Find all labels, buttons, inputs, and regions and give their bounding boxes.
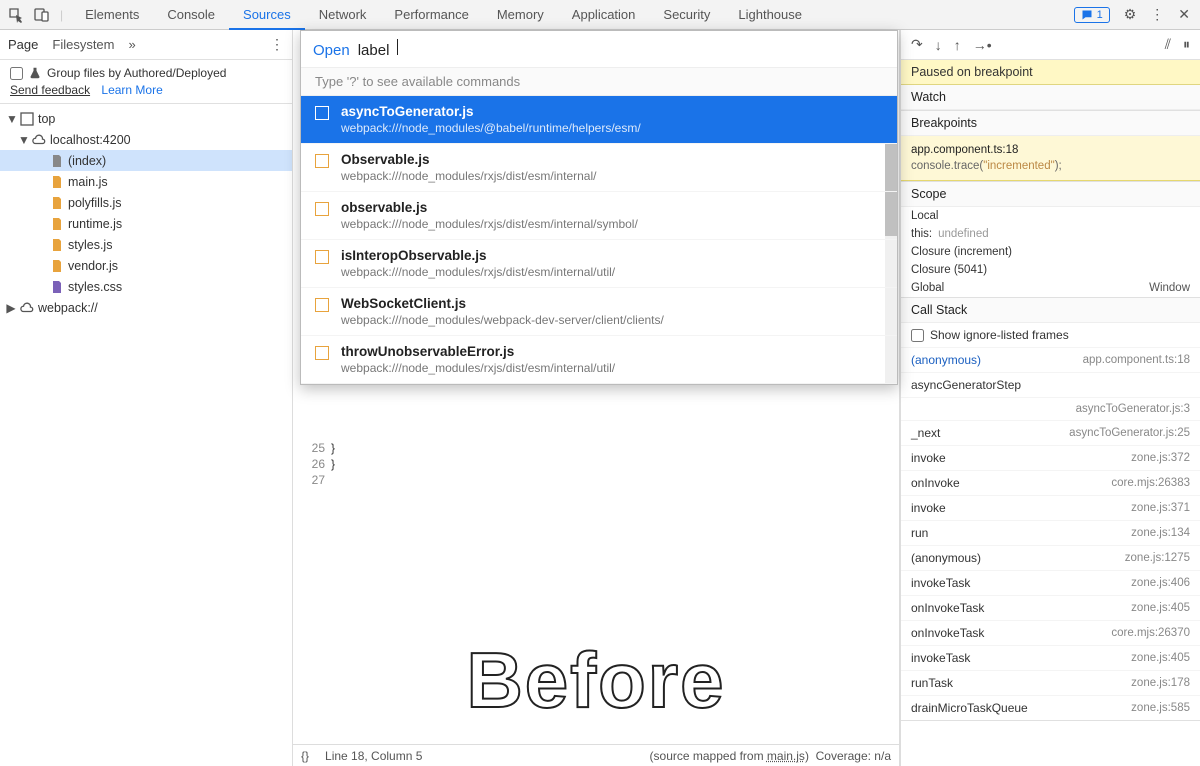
- messages-badge[interactable]: 1: [1074, 7, 1110, 23]
- command-input[interactable]: Open label: [301, 31, 897, 67]
- command-help: Type '?' to see available commands: [301, 67, 897, 96]
- watch-section[interactable]: Watch: [901, 85, 1200, 110]
- group-files-checkbox[interactable]: Group files by Authored/Deployed: [10, 66, 282, 80]
- before-overlay: Before: [466, 635, 725, 726]
- kebab-icon[interactable]: ⋮: [1150, 6, 1164, 23]
- messages-count: 1: [1097, 9, 1103, 21]
- stack-frame[interactable]: runTaskzone.js:178: [901, 670, 1200, 695]
- more-tabs-icon[interactable]: »: [129, 37, 136, 52]
- deactivate-breakpoints-icon[interactable]: ⫽: [1165, 36, 1171, 53]
- scope-row[interactable]: this:undefined: [901, 225, 1200, 243]
- resume-icon[interactable]: ↷: [911, 36, 923, 53]
- scope-row[interactable]: Closure (5041): [901, 261, 1200, 279]
- tab-sources[interactable]: Sources: [229, 0, 305, 30]
- device-toggle-icon[interactable]: [34, 7, 50, 23]
- tab-lighthouse[interactable]: Lighthouse: [724, 0, 816, 30]
- editor-status-bar: {} Line 18, Column 5 (source mapped from…: [293, 744, 899, 766]
- tree-item[interactable]: vendor.js: [0, 255, 292, 276]
- stack-frame[interactable]: invokezone.js:371: [901, 495, 1200, 520]
- scope-row[interactable]: GlobalWindow: [901, 279, 1200, 297]
- pause-icon[interactable]: ⏸: [1183, 36, 1190, 53]
- stack-frame[interactable]: (anonymous)app.component.ts:18: [901, 347, 1200, 372]
- stack-frame[interactable]: drainMicroTaskQueuezone.js:585: [901, 695, 1200, 720]
- debugger-panel: ↷ ↓ ↑ →• ⫽ ⏸ Paused on breakpoint Watch …: [900, 30, 1200, 766]
- command-item[interactable]: WebSocketClient.jswebpack:///node_module…: [301, 288, 897, 336]
- step-over-icon[interactable]: ↓: [935, 37, 942, 53]
- close-icon[interactable]: ✕: [1178, 6, 1190, 23]
- ignore-listed-checkbox[interactable]: Show ignore-listed frames: [901, 323, 1200, 347]
- page-tab[interactable]: Page: [8, 37, 38, 52]
- tab-security[interactable]: Security: [649, 0, 724, 30]
- tree-item[interactable]: ▼top: [0, 108, 292, 129]
- step-into-icon[interactable]: ↑: [954, 37, 961, 53]
- tab-performance[interactable]: Performance: [380, 0, 482, 30]
- stack-frame[interactable]: (anonymous)zone.js:1275: [901, 545, 1200, 570]
- stack-frame[interactable]: runzone.js:134: [901, 520, 1200, 545]
- tab-elements[interactable]: Elements: [71, 0, 153, 30]
- tree-item[interactable]: ▼localhost:4200: [0, 129, 292, 150]
- send-feedback-link[interactable]: Send feedback: [10, 83, 90, 97]
- devtools-tab-strip: | ElementsConsoleSourcesNetworkPerforman…: [0, 0, 1200, 30]
- tree-item[interactable]: polyfills.js: [0, 192, 292, 213]
- scope-row[interactable]: Local: [901, 207, 1200, 225]
- file-tree: ▼top▼localhost:4200(index)main.jspolyfil…: [0, 104, 292, 322]
- stack-frame[interactable]: onInvokeTaskcore.mjs:26370: [901, 620, 1200, 645]
- inspect-icon[interactable]: [8, 7, 24, 23]
- command-item[interactable]: asyncToGenerator.jswebpack:///node_modul…: [301, 96, 897, 144]
- breakpoint-item[interactable]: app.component.ts:18 console.trace("incre…: [901, 136, 1200, 181]
- tab-application[interactable]: Application: [558, 0, 650, 30]
- stack-frame[interactable]: onInvokeTaskzone.js:405: [901, 595, 1200, 620]
- stack-frame[interactable]: invokeTaskzone.js:405: [901, 645, 1200, 670]
- command-item[interactable]: throwUnobservableError.jswebpack:///node…: [301, 336, 897, 384]
- navigator-menu-icon[interactable]: ⋮: [270, 36, 284, 53]
- tab-network[interactable]: Network: [305, 0, 381, 30]
- tree-item[interactable]: styles.js: [0, 234, 292, 255]
- breakpoints-section[interactable]: Breakpoints: [901, 111, 1200, 136]
- sources-navigator: Page Filesystem » ⋮ Group files by Autho…: [0, 30, 293, 766]
- tab-console[interactable]: Console: [153, 0, 229, 30]
- source-map-info: (source mapped from main.js) Coverage: n…: [650, 749, 891, 763]
- stack-frame[interactable]: invokeTaskzone.js:406: [901, 570, 1200, 595]
- tree-item[interactable]: (index): [0, 150, 292, 171]
- cursor-position: Line 18, Column 5: [325, 749, 422, 763]
- callstack-section[interactable]: Call Stack: [901, 298, 1200, 323]
- pretty-print-icon[interactable]: {}: [301, 749, 309, 763]
- flask-icon: [29, 67, 41, 79]
- stack-frame[interactable]: _nextasyncToGenerator.js:25: [901, 420, 1200, 445]
- stack-frame[interactable]: asyncToGenerator.js:3: [901, 397, 1200, 420]
- tree-item[interactable]: ▶webpack://: [0, 297, 292, 318]
- tab-memory[interactable]: Memory: [483, 0, 558, 30]
- stack-frame[interactable]: invokezone.js:372: [901, 445, 1200, 470]
- filesystem-tab[interactable]: Filesystem: [52, 37, 114, 52]
- tree-item[interactable]: runtime.js: [0, 213, 292, 234]
- command-item[interactable]: isInteropObservable.jswebpack:///node_mo…: [301, 240, 897, 288]
- pause-banner: Paused on breakpoint: [901, 60, 1200, 85]
- tree-item[interactable]: styles.css: [0, 276, 292, 297]
- step-out-icon[interactable]: →•: [973, 37, 992, 53]
- learn-more-link[interactable]: Learn More: [101, 83, 162, 97]
- scope-row[interactable]: Closure (increment): [901, 243, 1200, 261]
- stack-frame[interactable]: asyncGeneratorStep: [901, 372, 1200, 397]
- gear-icon[interactable]: ⚙: [1124, 6, 1137, 23]
- stack-frame[interactable]: onInvokecore.mjs:26383: [901, 470, 1200, 495]
- command-item[interactable]: observable.jswebpack:///node_modules/rxj…: [301, 192, 897, 240]
- command-item[interactable]: Observable.jswebpack:///node_modules/rxj…: [301, 144, 897, 192]
- command-menu: Open label Type '?' to see available com…: [300, 30, 898, 385]
- scope-section[interactable]: Scope: [901, 182, 1200, 207]
- tree-item[interactable]: main.js: [0, 171, 292, 192]
